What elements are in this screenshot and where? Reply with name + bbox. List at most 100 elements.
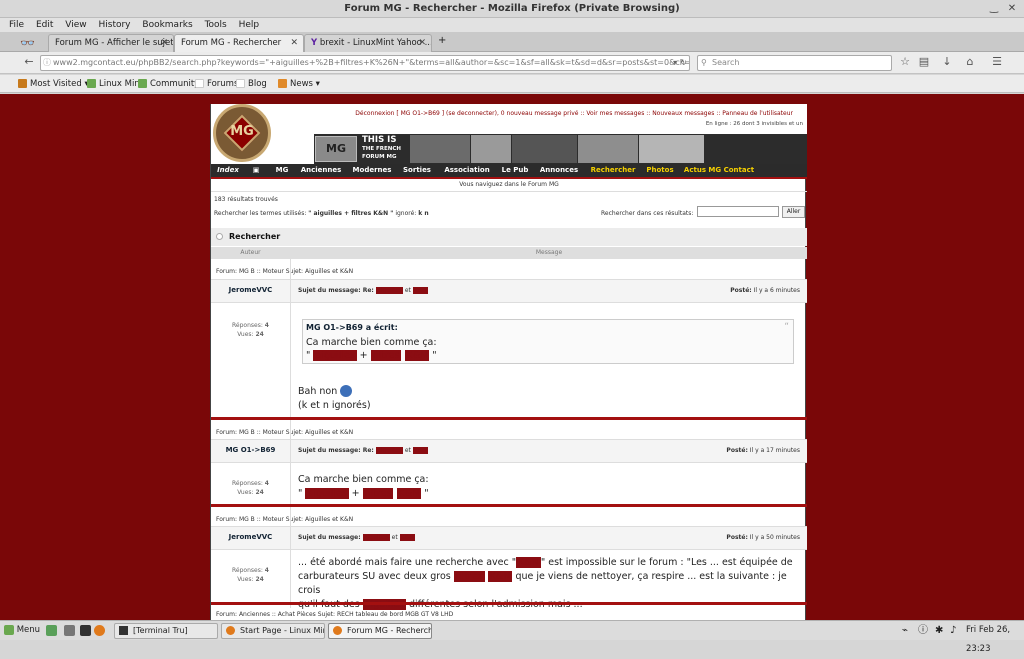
nav-photos[interactable]: Photos [645, 164, 675, 177]
post-subject[interactable]: Sujet du message: Re: Aiguilles et K&N [298, 447, 428, 454]
mg-logo[interactable]: MG [213, 104, 271, 162]
post-author[interactable]: JeromeVVC [211, 533, 290, 541]
bookmark-star-icon[interactable]: ☆ [898, 55, 912, 69]
bookmark-label: Most Visited [30, 79, 82, 89]
divider [211, 462, 807, 463]
start-menu-button[interactable]: Menu [4, 621, 40, 640]
nav-le-pub[interactable]: Le Pub [501, 164, 529, 177]
bookmark-linux-mint[interactable]: Linux Mint [87, 75, 143, 93]
info-icon: ⓘ [43, 58, 51, 67]
user-links[interactable]: Déconnexion [ MG O1->B69 ] (se deconnect… [355, 110, 793, 117]
body-part: ... été abordé mais faire une recherche … [298, 557, 517, 568]
tab-rechercher[interactable]: Forum MG - Rechercher ✕ [174, 34, 304, 52]
divider [211, 302, 807, 303]
post-subject[interactable]: Sujet du message: Re: Aiguilles et K&N [298, 287, 428, 294]
bluetooth-icon[interactable]: ✱ [935, 621, 943, 640]
post-separator [211, 602, 807, 605]
search-input[interactable]: ⚲ Search [697, 55, 892, 71]
menu-history[interactable]: History [98, 18, 130, 32]
window-titlebar: Forum MG - Rechercher - Mozilla Firefox … [0, 0, 1024, 18]
bookmark-community[interactable]: Community [138, 75, 199, 93]
post-date: Posté: Il y a 17 minutes [726, 447, 800, 454]
bookmark-most-visited[interactable]: Most Visited ▾ [18, 75, 89, 93]
post-forum-line[interactable]: Forum: Anciennes :: Achat Pièces Sujet: … [216, 611, 453, 618]
terminal-icon[interactable] [80, 625, 91, 636]
search-in-results-input[interactable] [697, 206, 779, 217]
post-author[interactable]: JeromeVVC [211, 286, 290, 294]
post-author[interactable]: MG O1->B69 [211, 446, 290, 454]
nav-anciennes[interactable]: Anciennes [299, 164, 343, 177]
bookmark-label: Linux Mint [99, 79, 144, 89]
hamburger-menu-icon[interactable]: ☰ [990, 55, 1004, 69]
forum-container: Déconnexion [ MG O1->B69 ] (se deconnect… [210, 104, 807, 620]
post-subject[interactable]: Sujet du message: Aiguilles et K&N [298, 534, 415, 541]
dropdown-arrow-icon[interactable]: ▾ [673, 56, 677, 70]
banner-photo [410, 135, 470, 163]
yahoo-icon: Y [311, 38, 318, 48]
taskbar-window-terminal[interactable]: [Terminal Tru] [114, 623, 218, 639]
menu-help[interactable]: Help [239, 18, 260, 32]
post-forum-line[interactable]: Forum: MG B :: Moteur Sujet: Aiguilles e… [216, 429, 353, 436]
close-tab-icon[interactable]: ✕ [160, 35, 168, 51]
post-forum-line[interactable]: Forum: MG B :: Moteur Sujet: Aiguilles e… [216, 516, 353, 523]
back-icon[interactable]: ← [22, 55, 36, 69]
nav-association[interactable]: Association [441, 164, 493, 177]
bookmark-forums[interactable]: Forums [195, 75, 238, 93]
help-icon[interactable]: ⓘ [918, 621, 928, 640]
nav-mg[interactable]: MG [273, 164, 291, 177]
folder-icon [18, 79, 27, 88]
nav-actus-mg-contact[interactable]: Actus MG Contact [683, 164, 755, 177]
firefox-icon[interactable] [94, 625, 105, 636]
reading-list-icon[interactable]: ▤ [917, 55, 931, 69]
bookmark-blog[interactable]: Blog [236, 75, 267, 93]
new-tab-icon[interactable]: + [438, 35, 446, 46]
files-icon[interactable] [64, 625, 75, 636]
tab-bar: 👓 Forum MG - Afficher le sujet -... ✕ Fo… [0, 32, 1024, 52]
highlight-term: aiguilles [305, 488, 349, 499]
menu-bar: File Edit View History Bookmarks Tools H… [0, 18, 1024, 32]
nav-home-icon[interactable]: ▣ [249, 164, 263, 177]
close-icon[interactable]: ✕ [1006, 3, 1018, 15]
replies-label: Réponses: [232, 567, 263, 574]
nav-rechercher[interactable]: Rechercher [589, 164, 637, 177]
post-date: Posté: Il y a 50 minutes [726, 534, 800, 541]
bookmark-news[interactable]: News ▾ [278, 75, 320, 93]
posted-label: Posté: [726, 534, 748, 541]
tab-afficher-sujet[interactable]: Forum MG - Afficher le sujet -... ✕ [48, 34, 174, 52]
aller-button[interactable]: Aller [782, 206, 805, 218]
menu-view[interactable]: View [65, 18, 86, 32]
banner-line1: THIS IS [362, 135, 397, 145]
tab-yahoo[interactable]: Y brexit - LinuxMint Yahoo ... ✕ [304, 34, 432, 52]
close-tab-icon[interactable]: ✕ [418, 35, 426, 51]
volume-icon[interactable]: ♪ [950, 621, 956, 640]
mint-icon [87, 79, 96, 88]
breadcrumb: Vous naviguez dans le Forum MG [459, 181, 559, 188]
menu-bookmarks[interactable]: Bookmarks [142, 18, 192, 32]
nav-annonces[interactable]: Annonces [537, 164, 581, 177]
nav-index[interactable]: Index [217, 164, 239, 177]
close-tab-icon[interactable]: ✕ [290, 35, 298, 51]
column-divider [290, 508, 291, 608]
search-result-post: Forum: MG B :: Moteur Sujet: Aiguilles e… [211, 259, 807, 423]
minimize-icon[interactable]: ‿ [988, 3, 1000, 15]
highlight-term: filtres [370, 350, 402, 361]
url-bar[interactable]: ⓘ www2.mgcontact.eu/phpBB2/search.php?ke… [40, 55, 690, 71]
nav-sorties[interactable]: Sorties [401, 164, 433, 177]
terms-label: Rechercher les termes utilisés: [214, 210, 307, 217]
show-desktop-icon[interactable] [46, 625, 57, 636]
post-forum-line[interactable]: Forum: MG B :: Moteur Sujet: Aiguilles e… [216, 268, 353, 275]
taskbar-window-start-page[interactable]: Start Page - Linux Min... [221, 623, 325, 639]
quote-line1: Ca marche bien comme ça: [306, 337, 437, 348]
home-icon[interactable]: ⌂ [963, 55, 977, 69]
nav-modernes[interactable]: Modernes [351, 164, 393, 177]
clock[interactable]: Fri Feb 26, 23:23 [966, 621, 1024, 659]
search-result-post: Forum: MG B :: Moteur Sujet: Aiguilles e… [211, 421, 807, 511]
menu-file[interactable]: File [9, 18, 24, 32]
download-icon[interactable]: ↓ [940, 55, 954, 69]
network-icon[interactable]: ⌁ [902, 621, 908, 640]
menu-tools[interactable]: Tools [205, 18, 227, 32]
menu-edit[interactable]: Edit [36, 18, 53, 32]
reload-icon[interactable]: ↻ [680, 56, 687, 70]
replies-count: 4 [264, 567, 269, 574]
taskbar-window-forum[interactable]: Forum MG - Recherch... [328, 623, 432, 639]
